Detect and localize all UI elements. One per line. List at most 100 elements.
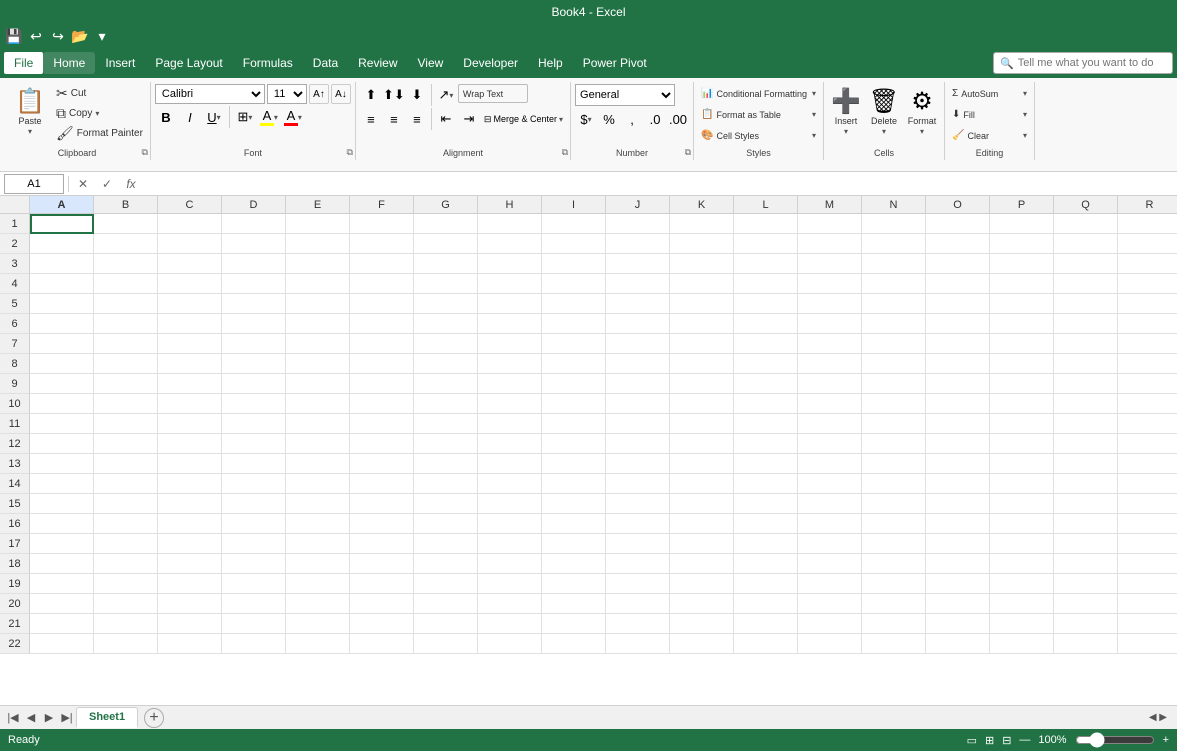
- cell-F3[interactable]: [350, 254, 414, 274]
- cell-B19[interactable]: [94, 574, 158, 594]
- cell-C9[interactable]: [158, 374, 222, 394]
- cell-F12[interactable]: [350, 434, 414, 454]
- cell-B18[interactable]: [94, 554, 158, 574]
- row-header-5[interactable]: 5: [0, 294, 30, 314]
- menu-item-home[interactable]: Home: [43, 52, 95, 74]
- cell-H19[interactable]: [478, 574, 542, 594]
- cell-M10[interactable]: [798, 394, 862, 414]
- cell-C5[interactable]: [158, 294, 222, 314]
- cell-D3[interactable]: [222, 254, 286, 274]
- cell-D1[interactable]: [222, 214, 286, 234]
- cell-M8[interactable]: [798, 354, 862, 374]
- function-button[interactable]: fx: [121, 174, 141, 194]
- row-header-18[interactable]: 18: [0, 554, 30, 574]
- redo-qa-button[interactable]: ↪: [48, 26, 68, 46]
- cell-O12[interactable]: [926, 434, 990, 454]
- cell-E16[interactable]: [286, 514, 350, 534]
- cell-N17[interactable]: [862, 534, 926, 554]
- cell-E10[interactable]: [286, 394, 350, 414]
- cell-H21[interactable]: [478, 614, 542, 634]
- cell-L11[interactable]: [734, 414, 798, 434]
- cell-F7[interactable]: [350, 334, 414, 354]
- clipboard-expand[interactable]: ⧉: [141, 147, 147, 158]
- autosum-button[interactable]: Σ AutoSum ▾: [949, 84, 1030, 103]
- cell-P22[interactable]: [990, 634, 1054, 654]
- cell-I7[interactable]: [542, 334, 606, 354]
- cell-L10[interactable]: [734, 394, 798, 414]
- cell-J6[interactable]: [606, 314, 670, 334]
- cell-B4[interactable]: [94, 274, 158, 294]
- cell-I21[interactable]: [542, 614, 606, 634]
- cell-O9[interactable]: [926, 374, 990, 394]
- cell-C1[interactable]: [158, 214, 222, 234]
- cell-I16[interactable]: [542, 514, 606, 534]
- cell-H11[interactable]: [478, 414, 542, 434]
- cell-N20[interactable]: [862, 594, 926, 614]
- cell-M13[interactable]: [798, 454, 862, 474]
- cell-L4[interactable]: [734, 274, 798, 294]
- cell-M5[interactable]: [798, 294, 862, 314]
- cell-E3[interactable]: [286, 254, 350, 274]
- number-format-select[interactable]: GeneralNumberCurrencyPercentage: [575, 84, 675, 106]
- decrease-font-button[interactable]: A↓: [331, 84, 351, 104]
- cell-R8[interactable]: [1118, 354, 1177, 374]
- cell-C12[interactable]: [158, 434, 222, 454]
- cell-H13[interactable]: [478, 454, 542, 474]
- cell-E14[interactable]: [286, 474, 350, 494]
- col-header-J[interactable]: J: [606, 196, 670, 213]
- cell-H1[interactable]: [478, 214, 542, 234]
- cell-R18[interactable]: [1118, 554, 1177, 574]
- alignment-expand[interactable]: ⧉: [562, 147, 568, 158]
- cell-D10[interactable]: [222, 394, 286, 414]
- cell-O15[interactable]: [926, 494, 990, 514]
- cell-M16[interactable]: [798, 514, 862, 534]
- row-header-11[interactable]: 11: [0, 414, 30, 434]
- cell-O10[interactable]: [926, 394, 990, 414]
- cell-B22[interactable]: [94, 634, 158, 654]
- cell-N11[interactable]: [862, 414, 926, 434]
- cell-K18[interactable]: [670, 554, 734, 574]
- cell-G21[interactable]: [414, 614, 478, 634]
- col-header-F[interactable]: F: [350, 196, 414, 213]
- cell-F18[interactable]: [350, 554, 414, 574]
- cell-A12[interactable]: [30, 434, 94, 454]
- cell-C8[interactable]: [158, 354, 222, 374]
- cell-H14[interactable]: [478, 474, 542, 494]
- cell-D15[interactable]: [222, 494, 286, 514]
- cell-R13[interactable]: [1118, 454, 1177, 474]
- help-search-input[interactable]: [1018, 57, 1158, 69]
- cell-D9[interactable]: [222, 374, 286, 394]
- cell-K7[interactable]: [670, 334, 734, 354]
- cell-Q17[interactable]: [1054, 534, 1118, 554]
- col-header-N[interactable]: N: [862, 196, 926, 213]
- cell-N19[interactable]: [862, 574, 926, 594]
- cell-F10[interactable]: [350, 394, 414, 414]
- menu-item-data[interactable]: Data: [303, 52, 348, 74]
- cell-N2[interactable]: [862, 234, 926, 254]
- cell-O16[interactable]: [926, 514, 990, 534]
- align-center-button[interactable]: ≡: [383, 108, 405, 130]
- cancel-formula-button[interactable]: ✕: [73, 174, 93, 194]
- cell-J22[interactable]: [606, 634, 670, 654]
- cell-N9[interactable]: [862, 374, 926, 394]
- cell-K8[interactable]: [670, 354, 734, 374]
- cell-E19[interactable]: [286, 574, 350, 594]
- cell-K16[interactable]: [670, 514, 734, 534]
- cell-H9[interactable]: [478, 374, 542, 394]
- cell-K2[interactable]: [670, 234, 734, 254]
- cell-J12[interactable]: [606, 434, 670, 454]
- cell-D21[interactable]: [222, 614, 286, 634]
- cell-B15[interactable]: [94, 494, 158, 514]
- cell-Q6[interactable]: [1054, 314, 1118, 334]
- cell-P13[interactable]: [990, 454, 1054, 474]
- cell-Q16[interactable]: [1054, 514, 1118, 534]
- cell-E1[interactable]: [286, 214, 350, 234]
- fill-button[interactable]: ⬇ Fill ▾: [949, 105, 1030, 124]
- cell-B5[interactable]: [94, 294, 158, 314]
- cell-N13[interactable]: [862, 454, 926, 474]
- cell-A19[interactable]: [30, 574, 94, 594]
- cell-I12[interactable]: [542, 434, 606, 454]
- cell-Q8[interactable]: [1054, 354, 1118, 374]
- cell-E6[interactable]: [286, 314, 350, 334]
- row-header-21[interactable]: 21: [0, 614, 30, 634]
